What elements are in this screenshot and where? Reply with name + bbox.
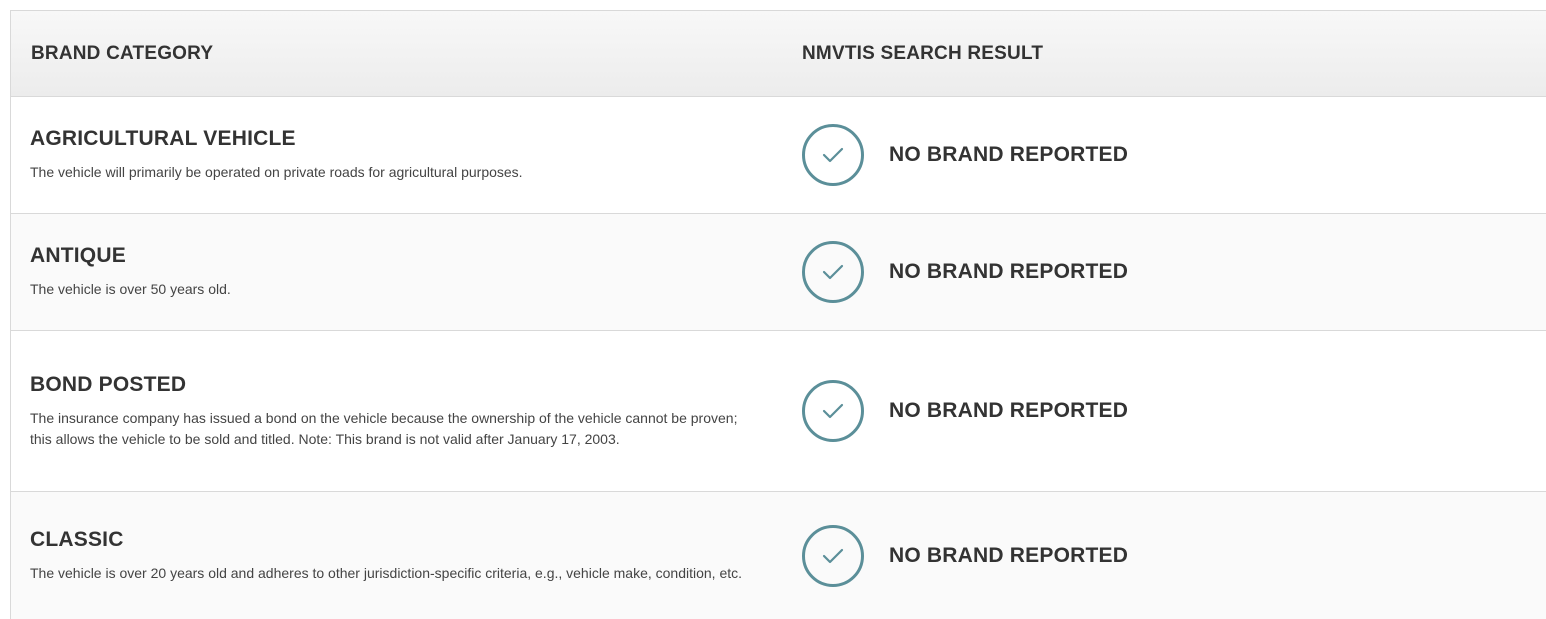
- result-label: NO BRAND REPORTED: [889, 543, 1129, 567]
- brand-title: AGRICULTURAL VEHICLE: [30, 127, 296, 150]
- brand-cell: AGRICULTURAL VEHICLE The vehicle will pr…: [11, 127, 802, 183]
- result-cell: NO BRAND REPORTED: [802, 524, 1546, 587]
- header-brand-category-label: BRAND CATEGORY: [31, 42, 214, 64]
- result-cell: NO BRAND REPORTED: [802, 124, 1546, 186]
- header-search-result-label: NMVTIS SEARCH RESULT: [802, 42, 1044, 64]
- brand-description: The vehicle is over 50 years old.: [30, 281, 231, 297]
- result-label: NO BRAND REPORTED: [889, 399, 1129, 422]
- table-row: CLASSIC The vehicle is over 20 years old…: [11, 492, 1546, 619]
- table-row: BOND POSTED The insurance company has is…: [11, 331, 1546, 492]
- check-circle-icon: [802, 380, 864, 442]
- brand-title: BOND POSTED: [30, 372, 187, 396]
- result-label: NO BRAND REPORTED: [889, 143, 1129, 166]
- brand-description: The vehicle will primarily be operated o…: [30, 164, 523, 180]
- brand-cell: ANTIQUE The vehicle is over 50 years old…: [11, 244, 802, 300]
- check-circle-icon: [802, 241, 864, 303]
- brand-cell: BOND POSTED The insurance company has is…: [11, 373, 802, 450]
- brand-description: The insurance company has issued a bond …: [30, 409, 738, 447]
- result-label: NO BRAND REPORTED: [889, 260, 1129, 283]
- check-circle-icon: [802, 124, 864, 186]
- header-brand-category: BRAND CATEGORY: [11, 43, 802, 65]
- table-row: AGRICULTURAL VEHICLE The vehicle will pr…: [11, 97, 1546, 214]
- brand-description: The vehicle is over 20 years old and adh…: [30, 564, 743, 581]
- brand-results-table: BRAND CATEGORY NMVTIS SEARCH RESULT AGRI…: [10, 10, 1546, 619]
- check-circle-icon: [802, 524, 864, 587]
- brand-cell: CLASSIC The vehicle is over 20 years old…: [11, 528, 802, 584]
- brand-title: ANTIQUE: [30, 244, 126, 267]
- table-header: BRAND CATEGORY NMVTIS SEARCH RESULT: [11, 11, 1546, 97]
- result-cell: NO BRAND REPORTED: [802, 380, 1546, 442]
- header-search-result: NMVTIS SEARCH RESULT: [802, 43, 1546, 65]
- result-cell: NO BRAND REPORTED: [802, 241, 1546, 303]
- brand-title: CLASSIC: [30, 527, 124, 551]
- table-row: ANTIQUE The vehicle is over 50 years old…: [11, 214, 1546, 331]
